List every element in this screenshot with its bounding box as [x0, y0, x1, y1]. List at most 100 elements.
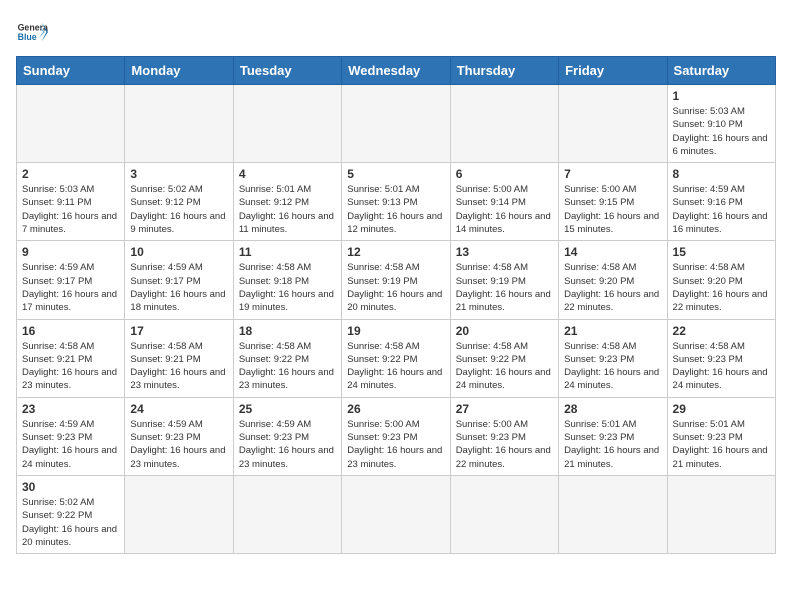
day-number: 14: [564, 245, 661, 259]
day-info: Sunrise: 4:59 AM Sunset: 9:23 PM Dayligh…: [239, 418, 336, 471]
week-row-2: 2Sunrise: 5:03 AM Sunset: 9:11 PM Daylig…: [17, 163, 776, 241]
day-number: 17: [130, 324, 227, 338]
day-info: Sunrise: 4:58 AM Sunset: 9:21 PM Dayligh…: [22, 340, 119, 393]
day-info: Sunrise: 4:58 AM Sunset: 9:19 PM Dayligh…: [347, 261, 444, 314]
day-cell: 8 Sunrise: 4:59 AM Sunset: 9:16 PM Daylig…: [667, 163, 775, 241]
day-info: Sunrise: 5:01 AM Sunset: 9:12 PM Dayligh…: [239, 183, 336, 236]
day-number: 15: [673, 245, 770, 259]
day-cell: 10Sunrise: 4:59 AM Sunset: 9:17 PM Dayli…: [125, 241, 233, 319]
day-info: Sunrise: 4:58 AM Sunset: 9:22 PM Dayligh…: [347, 340, 444, 393]
day-number: 24: [130, 402, 227, 416]
day-number: 9: [22, 245, 119, 259]
day-cell: [450, 85, 558, 163]
day-cell: [125, 475, 233, 553]
day-info: Sunrise: 5:01 AM Sunset: 9:23 PM Dayligh…: [673, 418, 770, 471]
day-cell: 23 Sunrise: 4:59 AM Sunset: 9:23 PM Dayli…: [17, 397, 125, 475]
week-row-4: 16 Sunrise: 4:58 AM Sunset: 9:21 PM Dayli…: [17, 319, 776, 397]
day-number: 19: [347, 324, 444, 338]
day-number: 13: [456, 245, 553, 259]
day-number: 28: [564, 402, 661, 416]
day-cell: 25 Sunrise: 4:59 AM Sunset: 9:23 PM Dayli…: [233, 397, 341, 475]
day-number: 5: [347, 167, 444, 181]
day-cell: [233, 85, 341, 163]
day-cell: 30Sunrise: 5:02 AM Sunset: 9:22 PM Dayli…: [17, 475, 125, 553]
day-info: Sunrise: 4:58 AM Sunset: 9:20 PM Dayligh…: [673, 261, 770, 314]
day-cell: [233, 475, 341, 553]
day-cell: 11 Sunrise: 4:58 AM Sunset: 9:18 PM Dayli…: [233, 241, 341, 319]
day-cell: 13 Sunrise: 4:58 AM Sunset: 9:19 PM Dayli…: [450, 241, 558, 319]
day-number: 30: [22, 480, 119, 494]
day-cell: [559, 475, 667, 553]
day-cell: 18 Sunrise: 4:58 AM Sunset: 9:22 PM Dayli…: [233, 319, 341, 397]
day-info: Sunrise: 4:58 AM Sunset: 9:19 PM Dayligh…: [456, 261, 553, 314]
day-cell: 1 Sunrise: 5:03 AM Sunset: 9:10 PM Daylig…: [667, 85, 775, 163]
logo-icon: General Blue: [16, 16, 48, 48]
day-number: 20: [456, 324, 553, 338]
header: General Blue: [16, 16, 776, 48]
day-number: 11: [239, 245, 336, 259]
day-info: Sunrise: 5:00 AM Sunset: 9:14 PM Dayligh…: [456, 183, 553, 236]
day-number: 16: [22, 324, 119, 338]
day-cell: 26 Sunrise: 5:00 AM Sunset: 9:23 PM Dayli…: [342, 397, 450, 475]
day-info: Sunrise: 4:59 AM Sunset: 9:23 PM Dayligh…: [22, 418, 119, 471]
calendar-table: SundayMondayTuesdayWednesdayThursdayFrid…: [16, 56, 776, 554]
week-row-6: 30Sunrise: 5:02 AM Sunset: 9:22 PM Dayli…: [17, 475, 776, 553]
day-info: Sunrise: 5:00 AM Sunset: 9:23 PM Dayligh…: [347, 418, 444, 471]
day-number: 27: [456, 402, 553, 416]
day-info: Sunrise: 5:03 AM Sunset: 9:11 PM Dayligh…: [22, 183, 119, 236]
week-row-1: 1 Sunrise: 5:03 AM Sunset: 9:10 PM Daylig…: [17, 85, 776, 163]
day-number: 26: [347, 402, 444, 416]
day-info: Sunrise: 5:00 AM Sunset: 9:15 PM Dayligh…: [564, 183, 661, 236]
header-row: SundayMondayTuesdayWednesdayThursdayFrid…: [17, 57, 776, 85]
day-info: Sunrise: 5:00 AM Sunset: 9:23 PM Dayligh…: [456, 418, 553, 471]
day-number: 3: [130, 167, 227, 181]
day-info: Sunrise: 4:58 AM Sunset: 9:22 PM Dayligh…: [239, 340, 336, 393]
day-cell: 29 Sunrise: 5:01 AM Sunset: 9:23 PM Dayli…: [667, 397, 775, 475]
day-cell: 12Sunrise: 4:58 AM Sunset: 9:19 PM Dayli…: [342, 241, 450, 319]
col-header-thursday: Thursday: [450, 57, 558, 85]
day-info: Sunrise: 4:58 AM Sunset: 9:22 PM Dayligh…: [456, 340, 553, 393]
day-cell: [17, 85, 125, 163]
day-number: 23: [22, 402, 119, 416]
col-header-sunday: Sunday: [17, 57, 125, 85]
day-info: Sunrise: 4:58 AM Sunset: 9:18 PM Dayligh…: [239, 261, 336, 314]
day-cell: 27 Sunrise: 5:00 AM Sunset: 9:23 PM Dayli…: [450, 397, 558, 475]
day-info: Sunrise: 4:59 AM Sunset: 9:17 PM Dayligh…: [22, 261, 119, 314]
col-header-saturday: Saturday: [667, 57, 775, 85]
day-info: Sunrise: 4:59 AM Sunset: 9:23 PM Dayligh…: [130, 418, 227, 471]
day-number: 1: [673, 89, 770, 103]
day-cell: 6Sunrise: 5:00 AM Sunset: 9:14 PM Daylig…: [450, 163, 558, 241]
day-cell: 9 Sunrise: 4:59 AM Sunset: 9:17 PM Daylig…: [17, 241, 125, 319]
day-number: 29: [673, 402, 770, 416]
day-info: Sunrise: 5:01 AM Sunset: 9:23 PM Dayligh…: [564, 418, 661, 471]
day-cell: [342, 475, 450, 553]
day-number: 25: [239, 402, 336, 416]
day-info: Sunrise: 5:01 AM Sunset: 9:13 PM Dayligh…: [347, 183, 444, 236]
day-cell: 24 Sunrise: 4:59 AM Sunset: 9:23 PM Dayli…: [125, 397, 233, 475]
week-row-3: 9 Sunrise: 4:59 AM Sunset: 9:17 PM Daylig…: [17, 241, 776, 319]
day-number: 7: [564, 167, 661, 181]
day-cell: [342, 85, 450, 163]
day-cell: 4 Sunrise: 5:01 AM Sunset: 9:12 PM Daylig…: [233, 163, 341, 241]
col-header-monday: Monday: [125, 57, 233, 85]
day-info: Sunrise: 5:03 AM Sunset: 9:10 PM Dayligh…: [673, 105, 770, 158]
day-info: Sunrise: 4:59 AM Sunset: 9:16 PM Dayligh…: [673, 183, 770, 236]
week-row-5: 23 Sunrise: 4:59 AM Sunset: 9:23 PM Dayli…: [17, 397, 776, 475]
day-info: Sunrise: 4:58 AM Sunset: 9:20 PM Dayligh…: [564, 261, 661, 314]
day-cell: [125, 85, 233, 163]
day-info: Sunrise: 5:02 AM Sunset: 9:12 PM Dayligh…: [130, 183, 227, 236]
col-header-friday: Friday: [559, 57, 667, 85]
day-cell: 7 Sunrise: 5:00 AM Sunset: 9:15 PM Daylig…: [559, 163, 667, 241]
day-number: 18: [239, 324, 336, 338]
day-cell: 5 Sunrise: 5:01 AM Sunset: 9:13 PM Daylig…: [342, 163, 450, 241]
day-cell: [450, 475, 558, 553]
day-cell: 22Sunrise: 4:58 AM Sunset: 9:23 PM Dayli…: [667, 319, 775, 397]
day-number: 4: [239, 167, 336, 181]
col-header-wednesday: Wednesday: [342, 57, 450, 85]
day-number: 8: [673, 167, 770, 181]
day-info: Sunrise: 4:59 AM Sunset: 9:17 PM Dayligh…: [130, 261, 227, 314]
col-header-tuesday: Tuesday: [233, 57, 341, 85]
svg-text:Blue: Blue: [18, 32, 37, 42]
day-cell: 14 Sunrise: 4:58 AM Sunset: 9:20 PM Dayli…: [559, 241, 667, 319]
day-number: 22: [673, 324, 770, 338]
